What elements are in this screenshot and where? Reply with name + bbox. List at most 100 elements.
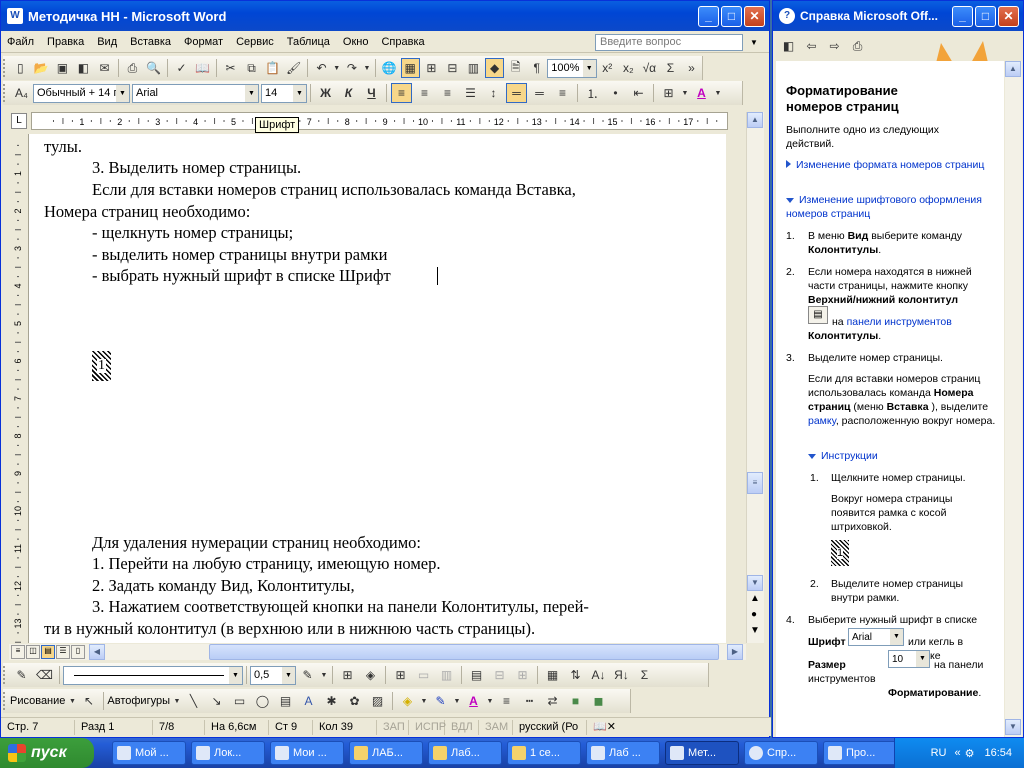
help-scroll-up-icon[interactable]: ▲ bbox=[1005, 61, 1021, 77]
horizontal-scrollbar[interactable]: ≡ ◫ ▤ ☰ ▯ ◀ ▶ bbox=[9, 644, 746, 660]
spelling-icon[interactable]: ✓ bbox=[172, 58, 191, 78]
line-weight-dropdown-icon[interactable]: ▼ bbox=[282, 666, 295, 684]
scroll-thumb[interactable]: ≡ bbox=[747, 472, 763, 494]
toolbar-grip[interactable] bbox=[3, 666, 7, 684]
menu-view[interactable]: Вид bbox=[97, 36, 117, 48]
tile-icon[interactable]: ◧ bbox=[778, 36, 799, 56]
paste-icon[interactable]: 📋 bbox=[263, 58, 282, 78]
zoom-select[interactable]: 100% ▼ bbox=[547, 58, 597, 78]
instructions-toggle[interactable]: Инструкции bbox=[808, 449, 878, 463]
menu-help[interactable]: Справка bbox=[381, 36, 424, 48]
print-icon[interactable]: ⎙ bbox=[847, 36, 868, 56]
autoshapes-dropdown-icon[interactable]: ▼ bbox=[173, 691, 181, 711]
web-view-icon[interactable]: ◫ bbox=[26, 645, 40, 659]
next-page-icon[interactable]: ▼ bbox=[750, 625, 760, 636]
close-button[interactable]: ✕ bbox=[744, 6, 765, 27]
underline-button[interactable]: Ч bbox=[361, 83, 382, 103]
shadow-icon[interactable]: ■ bbox=[565, 691, 586, 711]
font-size-select[interactable]: 14 ▼ bbox=[261, 83, 307, 103]
drawing-icon[interactable]: ◆ bbox=[484, 58, 505, 78]
numbering-icon[interactable]: ⒈ bbox=[582, 83, 603, 103]
task-button[interactable]: Лок... bbox=[191, 741, 265, 765]
zoom-dropdown-icon[interactable]: ▼ bbox=[582, 59, 596, 77]
permission-icon[interactable]: ◧ bbox=[74, 58, 93, 78]
instructions-link[interactable]: Инструкции bbox=[821, 450, 878, 462]
scroll-down-icon[interactable]: ▼ bbox=[747, 575, 763, 591]
task-button[interactable]: Лаб ... bbox=[586, 741, 660, 765]
vertical-scrollbar[interactable]: ▲ ≡ ▼ ▲ ● ▼ bbox=[746, 112, 764, 643]
help-scrollbar[interactable]: ▲ ▼ bbox=[1005, 61, 1022, 737]
menu-edit[interactable]: Правка bbox=[47, 36, 84, 48]
undo-icon[interactable]: ↶ bbox=[312, 58, 331, 78]
sort-desc-icon[interactable]: Я↓ bbox=[611, 665, 632, 685]
task-button[interactable]: Про... bbox=[823, 741, 897, 765]
equation-icon[interactable]: √α bbox=[640, 58, 659, 78]
copy-icon[interactable]: ⧉ bbox=[242, 58, 261, 78]
prev-page-icon[interactable]: ▲ bbox=[750, 593, 760, 604]
save-icon[interactable]: ▣ bbox=[53, 58, 72, 78]
styles-pane-icon[interactable]: A₄ bbox=[11, 83, 32, 103]
textbox-icon[interactable]: ▤ bbox=[275, 691, 296, 711]
toolbar-grip[interactable] bbox=[3, 692, 7, 710]
arrow-icon[interactable]: ↘ bbox=[206, 691, 227, 711]
minimize-button[interactable]: _ bbox=[698, 6, 719, 27]
border-line-icon[interactable]: ═ bbox=[506, 83, 527, 103]
align-left-icon[interactable]: ≡ bbox=[391, 83, 412, 103]
scroll-right-icon[interactable]: ▶ bbox=[727, 644, 743, 660]
toolbar-grip[interactable] bbox=[3, 59, 7, 77]
eraser-icon[interactable]: ⌫ bbox=[34, 665, 55, 685]
help-close-button[interactable]: ✕ bbox=[998, 6, 1019, 27]
font-dropdown-icon[interactable]: ▼ bbox=[245, 84, 258, 102]
borders-icon[interactable]: ⊞ bbox=[658, 83, 679, 103]
line-weight-select[interactable]: 0,5 ▼ bbox=[250, 665, 296, 685]
frame-link[interactable]: рамку bbox=[808, 415, 836, 427]
sort-asc-icon[interactable]: A↓ bbox=[588, 665, 609, 685]
horizontal-ruler[interactable]: 1234567891011121314151617 bbox=[31, 112, 728, 130]
task-button[interactable]: 1 се... bbox=[507, 741, 581, 765]
align-right-icon[interactable]: ≡ bbox=[437, 83, 458, 103]
vertical-ruler[interactable]: 1234567891011121314 bbox=[9, 134, 27, 666]
border-color-dropdown-icon[interactable]: ▼ bbox=[320, 665, 328, 685]
header-footer-button-icon[interactable]: ▤ bbox=[808, 306, 828, 324]
select-objects-icon[interactable]: ↖ bbox=[78, 691, 99, 711]
drawing-menu[interactable]: Рисование bbox=[10, 695, 65, 707]
italic-button[interactable]: К bbox=[338, 83, 359, 103]
dash-style-icon[interactable]: ┅ bbox=[519, 691, 540, 711]
font-color-dropdown-icon[interactable]: ▼ bbox=[486, 691, 494, 711]
change-direction-icon[interactable]: ⇅ bbox=[565, 665, 586, 685]
rectangle-icon[interactable]: ▭ bbox=[229, 691, 250, 711]
format-painter-icon[interactable]: 🖌 bbox=[284, 58, 303, 78]
help-link-format[interactable]: Изменение формата номеров страниц bbox=[786, 158, 986, 172]
picture-icon[interactable]: ▨ bbox=[367, 691, 388, 711]
superscript-icon[interactable]: x² bbox=[598, 58, 617, 78]
autosum-icon[interactable]: Σ bbox=[634, 665, 655, 685]
start-button[interactable]: пуск bbox=[0, 738, 94, 768]
line-spacing-icon[interactable]: ↕ bbox=[483, 83, 504, 103]
line-color-icon[interactable]: ✎ bbox=[430, 691, 451, 711]
menu-format[interactable]: Формат bbox=[184, 36, 223, 48]
subscript-icon[interactable]: x₂ bbox=[619, 58, 638, 78]
document-page[interactable]: тулы. 3. Выделить номер страницы. Если д… bbox=[28, 134, 726, 643]
sum-icon[interactable]: Σ bbox=[661, 58, 680, 78]
border-color-icon[interactable]: ✎ bbox=[297, 665, 318, 685]
bullets-icon[interactable]: • bbox=[605, 83, 626, 103]
status-trk[interactable]: ИСПР bbox=[409, 719, 446, 735]
toolbar-options-icon[interactable]: » bbox=[682, 58, 701, 78]
shading-icon[interactable]: ◈ bbox=[360, 665, 381, 685]
toolbar-link[interactable]: панели инструментов bbox=[847, 316, 952, 328]
style-select[interactable]: Обычный + 14 п ▼ bbox=[33, 83, 130, 103]
language-indicator[interactable]: RU bbox=[931, 747, 947, 759]
open-folder-icon[interactable]: 📂 bbox=[32, 58, 51, 78]
scroll-left-icon[interactable]: ◀ bbox=[89, 644, 105, 660]
help-titlebar[interactable]: ? Справка Microsoft Off... _ □ ✕ bbox=[773, 1, 1023, 31]
borders-dropdown-icon[interactable]: ▼ bbox=[681, 83, 689, 103]
menu-tools[interactable]: Сервис bbox=[236, 36, 274, 48]
fill-color-icon[interactable]: ◈ bbox=[397, 691, 418, 711]
decrease-indent-icon[interactable]: ⇤ bbox=[628, 83, 649, 103]
help-link-font-text[interactable]: Изменение шрифтового оформления номеров … bbox=[786, 194, 982, 220]
task-button[interactable]: Мои ... bbox=[270, 741, 344, 765]
line-style-icon[interactable]: ≡ bbox=[552, 83, 573, 103]
line-style-icon[interactable]: ≡ bbox=[496, 691, 517, 711]
columns-icon[interactable]: ▥ bbox=[464, 58, 483, 78]
style-dropdown-icon[interactable]: ▼ bbox=[116, 84, 129, 102]
